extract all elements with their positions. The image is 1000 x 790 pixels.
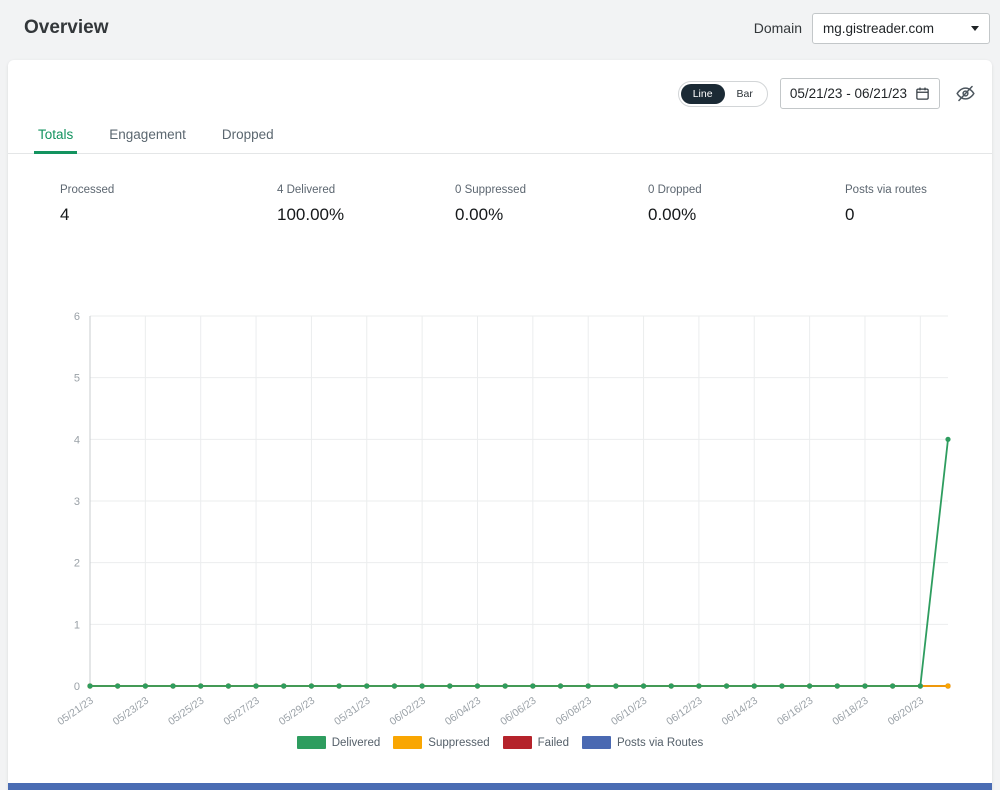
stat-label: 4 Delivered <box>277 184 336 196</box>
svg-text:06/04/23: 06/04/23 <box>443 695 483 728</box>
svg-text:1: 1 <box>74 619 80 631</box>
stat-value: 0.00% <box>455 205 504 224</box>
toggle-bar-button[interactable]: Bar <box>725 84 765 104</box>
legend-swatch <box>581 736 611 749</box>
legend-swatch <box>296 736 326 749</box>
legend-label: Failed <box>537 736 569 749</box>
svg-text:06/06/23: 06/06/23 <box>498 695 538 728</box>
stat-dropped: 0 Dropped 0.00% <box>648 184 702 225</box>
svg-text:2: 2 <box>74 558 80 570</box>
svg-text:05/25/23: 05/25/23 <box>166 695 206 728</box>
svg-text:06/12/23: 06/12/23 <box>664 695 704 728</box>
stat-posts-via-routes: Posts via routes 0 <box>845 184 927 225</box>
stat-suppressed: 0 Suppressed 0.00% <box>455 184 526 225</box>
stat-label: 0 Dropped <box>648 184 702 196</box>
svg-text:06/14/23: 06/14/23 <box>720 695 760 728</box>
line-bar-toggle: Line Bar <box>677 80 768 107</box>
stat-value: 4 <box>60 205 70 224</box>
svg-text:4: 4 <box>74 434 80 446</box>
domain-selector: Domain mg.gistreader.com <box>753 12 992 44</box>
svg-text:05/21/23: 05/21/23 <box>55 695 95 728</box>
stat-processed: Processed 4 <box>60 184 114 225</box>
tab-totals[interactable]: Totals <box>34 127 78 154</box>
stats-row: Processed 4 4 Delivered 100.00% 0 Suppre… <box>8 184 992 254</box>
svg-text:06/18/23: 06/18/23 <box>830 695 870 728</box>
svg-text:06/10/23: 06/10/23 <box>609 695 649 728</box>
svg-text:06/02/23: 06/02/23 <box>387 695 427 728</box>
stat-label: Posts via routes <box>845 184 927 196</box>
svg-text:06/20/23: 06/20/23 <box>886 695 926 728</box>
totals-line-chart: 0 1 2 3 4 5 6 05/21/23 05/23/23 05/25/23 05/27/23 0… <box>55 311 951 728</box>
svg-text:0: 0 <box>74 681 80 693</box>
hide-chart-button[interactable] <box>952 81 978 107</box>
svg-text:6: 6 <box>74 311 80 323</box>
stat-delivered: 4 Delivered 100.00% <box>277 184 344 225</box>
tab-bar: Totals Engagement Dropped <box>8 120 992 154</box>
legend-swatch <box>393 736 423 749</box>
svg-text:06/16/23: 06/16/23 <box>775 695 815 728</box>
svg-text:06/08/23: 06/08/23 <box>554 695 594 728</box>
chart-controls: Line Bar 05/21/23 - 06/21/23 <box>677 78 978 109</box>
tab-dropped[interactable]: Dropped <box>218 127 278 153</box>
toggle-line-button[interactable]: Line <box>680 83 725 104</box>
bottom-scrollbar[interactable] <box>8 783 992 790</box>
legend-swatch <box>502 736 532 749</box>
tab-engagement[interactable]: Engagement <box>105 127 190 153</box>
date-range-input[interactable]: 05/21/23 - 06/21/23 <box>779 78 940 109</box>
overview-card: Line Bar 05/21/23 - 06/21/23 Totals Enga… <box>8 60 992 790</box>
chart-legend: Delivered Suppressed Failed Posts via Route… <box>8 736 992 749</box>
svg-text:05/27/23: 05/27/23 <box>221 695 261 728</box>
legend-item-delivered[interactable]: Delivered <box>296 736 381 749</box>
stat-value: 100.00% <box>277 205 345 224</box>
stat-label: Processed <box>60 184 115 196</box>
svg-text:05/29/23: 05/29/23 <box>277 695 317 728</box>
legend-label: Posts via Routes <box>616 736 704 749</box>
svg-text:05/23/23: 05/23/23 <box>111 695 151 728</box>
eye-off-icon <box>955 83 976 104</box>
svg-text:05/31/23: 05/31/23 <box>332 695 372 728</box>
legend-item-suppressed[interactable]: Suppressed <box>393 736 490 749</box>
stat-value: 0.00% <box>648 205 697 224</box>
calendar-icon <box>915 86 930 101</box>
date-range-value: 05/21/23 - 06/21/23 <box>789 86 907 101</box>
svg-text:5: 5 <box>74 373 80 385</box>
caret-down-icon <box>971 25 979 31</box>
legend-item-failed[interactable]: Failed <box>502 736 569 749</box>
domain-select[interactable]: mg.gistreader.com <box>812 12 990 44</box>
legend-item-posts-via-routes[interactable]: Posts via Routes <box>581 736 704 749</box>
page-title: Overview <box>24 17 109 38</box>
stat-value: 0 <box>845 205 855 224</box>
domain-label: Domain <box>753 20 802 36</box>
domain-select-value: mg.gistreader.com <box>823 20 935 36</box>
stat-label: 0 Suppressed <box>455 184 526 196</box>
legend-label: Suppressed <box>428 736 490 749</box>
svg-text:3: 3 <box>74 496 80 508</box>
legend-label: Delivered <box>331 736 381 749</box>
page-header: Overview Domain mg.gistreader.com <box>0 0 1000 56</box>
